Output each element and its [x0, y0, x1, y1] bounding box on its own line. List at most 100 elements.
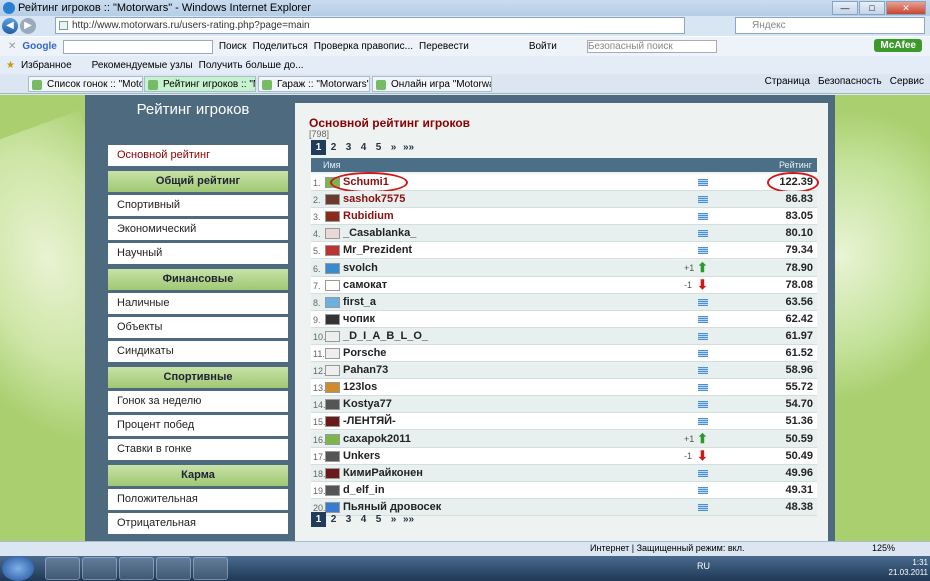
stats-icon[interactable] — [698, 401, 708, 409]
share-button[interactable]: Поделиться — [253, 41, 308, 52]
stats-icon[interactable] — [698, 298, 708, 306]
tab-online-game[interactable]: Онлайн игра "Motorwars" — [372, 76, 492, 92]
page-menu[interactable]: Страница — [765, 76, 810, 87]
taskbar-explorer-icon[interactable] — [82, 557, 117, 580]
zoom-level[interactable]: 125% — [872, 543, 895, 553]
player-name-link[interactable]: d_elf_in — [343, 484, 385, 496]
sidebar-item[interactable]: Объекты — [108, 317, 288, 338]
url-field[interactable]: http://www.motorwars.ru/users-rating.php… — [55, 17, 685, 34]
sidebar-item[interactable]: Процент побед — [108, 415, 288, 436]
stats-icon[interactable] — [698, 367, 708, 375]
language-indicator[interactable]: RU — [697, 561, 710, 571]
sidebar-item-main-rating[interactable]: Основной рейтинг — [108, 145, 288, 166]
page-link[interactable]: »» — [401, 512, 416, 527]
player-name-link[interactable]: sashok7575 — [343, 193, 405, 205]
player-name-link[interactable]: first_a — [343, 296, 376, 308]
player-name-link[interactable]: Kostya77 — [343, 398, 392, 410]
taskbar-ie-icon[interactable] — [45, 557, 80, 580]
tab-rating[interactable]: Рейтинг игроков :: "M... — [144, 76, 256, 92]
maximize-button[interactable]: □ — [859, 1, 885, 15]
stats-icon[interactable] — [698, 315, 708, 323]
taskbar-word-icon[interactable] — [193, 557, 228, 580]
player-name-link[interactable]: самокат — [343, 279, 387, 291]
page-link[interactable]: » — [386, 140, 401, 155]
close-button[interactable]: ✕ — [886, 1, 926, 15]
stats-icon[interactable] — [698, 196, 708, 204]
yandex-search-input[interactable]: Яндекс — [735, 17, 925, 34]
stats-icon[interactable] — [698, 350, 708, 357]
sidebar-item[interactable]: Научный — [108, 243, 288, 264]
player-name-link[interactable]: 123los — [343, 381, 377, 393]
safety-menu[interactable]: Безопасность — [818, 76, 882, 87]
table-row: 7. самокат -1 ⬇ 78.08 — [311, 276, 817, 294]
player-avatar — [325, 228, 340, 240]
taskbar-skype-icon[interactable] — [156, 557, 191, 580]
close-toolbar-icon[interactable]: ✕ — [8, 41, 16, 52]
sidebar-item[interactable]: Спортивный — [108, 195, 288, 216]
google-search-input[interactable] — [62, 39, 213, 54]
sidebar-item[interactable]: Ставки в гонке — [108, 439, 288, 460]
page-link[interactable]: » — [386, 512, 401, 527]
stats-icon[interactable] — [698, 486, 708, 494]
sidebar-item[interactable]: Экономический — [108, 219, 288, 240]
page-link[interactable]: 1 — [311, 512, 326, 527]
fav-item-recommended[interactable]: Рекомендуемые узлы — [92, 60, 193, 71]
page-link[interactable]: »» — [401, 140, 416, 155]
tools-menu[interactable]: Сервис — [890, 76, 924, 87]
sidebar-item[interactable]: Синдикаты — [108, 341, 288, 362]
page-link[interactable]: 3 — [341, 140, 356, 155]
taskbar-media-icon[interactable] — [119, 557, 154, 580]
login-button[interactable]: Войти — [529, 41, 557, 52]
google-logo: Google — [22, 41, 57, 52]
player-name-link[interactable]: Rubidium — [343, 210, 394, 222]
stats-icon[interactable] — [698, 332, 708, 340]
favorites-button[interactable]: Избранное — [21, 60, 72, 71]
sidebar-item[interactable]: Отрицательная — [108, 513, 288, 534]
player-name-link[interactable]: -ЛЕНТЯЙ- — [343, 415, 396, 427]
player-name-link[interactable]: svolch — [343, 262, 378, 274]
page-link[interactable]: 4 — [356, 140, 371, 155]
player-name-link[interactable]: _Casablanka_ — [343, 227, 416, 239]
player-name-link[interactable]: Mr_Prezident — [343, 244, 412, 256]
minimize-button[interactable]: — — [832, 1, 858, 15]
sidebar-item[interactable]: Наличные — [108, 293, 288, 314]
stats-icon[interactable] — [698, 469, 708, 477]
google-search-button[interactable]: Поиск — [219, 41, 247, 52]
forward-icon[interactable]: ▶ — [20, 18, 36, 34]
player-name-link[interactable]: _D_I_A_B_L_O_ — [343, 330, 428, 342]
back-icon[interactable]: ◀ — [2, 18, 18, 34]
spellcheck-button[interactable]: Проверка правопис... — [314, 41, 413, 52]
player-name-link[interactable]: Unkers — [343, 450, 380, 462]
page-link[interactable]: 3 — [341, 512, 356, 527]
mcafee-button[interactable]: McAfee — [874, 39, 922, 52]
start-button[interactable] — [2, 556, 34, 581]
page-link[interactable]: 5 — [371, 140, 386, 155]
player-name-link[interactable]: caxapok2011 — [343, 433, 411, 445]
arrow-down-icon: ⬇ — [697, 447, 708, 463]
clock[interactable]: 1:31 21.03.2011 — [889, 558, 928, 578]
stats-icon[interactable] — [698, 384, 708, 392]
stats-icon[interactable] — [698, 503, 708, 511]
player-name-link[interactable]: Porsche — [343, 347, 386, 359]
fav-item-more[interactable]: Получить больше до... — [199, 60, 304, 71]
tab-races[interactable]: Список гонок :: "Motorwa... — [28, 76, 143, 92]
page-link[interactable]: 2 — [326, 140, 341, 155]
stats-icon[interactable] — [698, 179, 708, 186]
player-name-link[interactable]: Pahan73 — [343, 364, 388, 376]
page-link[interactable]: 2 — [326, 512, 341, 527]
safe-search-input[interactable]: Безопасный поиск — [586, 40, 717, 53]
page-link[interactable]: 5 — [371, 512, 386, 527]
translate-button[interactable]: Перевести — [419, 41, 469, 52]
stats-icon[interactable] — [698, 418, 708, 426]
stats-icon[interactable] — [698, 213, 708, 221]
page-link[interactable]: 1 — [311, 140, 326, 155]
page-link[interactable]: 4 — [356, 512, 371, 527]
sidebar-item[interactable]: Положительная — [108, 489, 288, 510]
stats-icon[interactable] — [698, 247, 708, 255]
tab-garage[interactable]: Гараж :: "Motorwars" — [258, 76, 370, 92]
player-name-link[interactable]: КимиРайконен — [343, 467, 423, 479]
player-name-link[interactable]: чопик — [343, 313, 375, 325]
stats-icon[interactable] — [698, 230, 708, 238]
sidebar-item[interactable]: Гонок за неделю — [108, 391, 288, 412]
table-row: 2. sashok7575 86.83 — [311, 191, 817, 209]
